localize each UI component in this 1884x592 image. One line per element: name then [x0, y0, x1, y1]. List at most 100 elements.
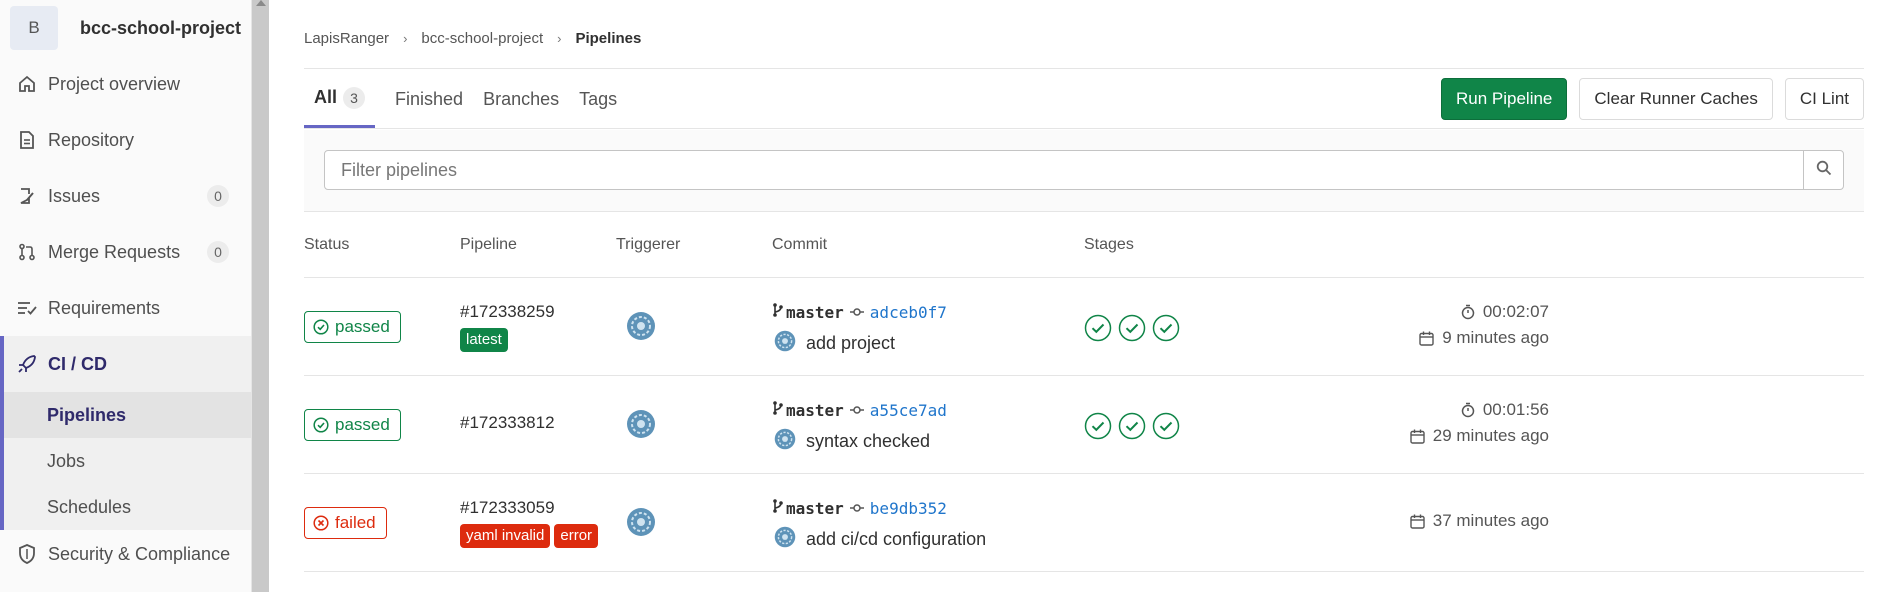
sidebar-subitem-pipelines[interactable]: Pipelines [4, 392, 251, 438]
sidebar-item-label: Security & Compliance [48, 543, 231, 564]
table-header: Status Pipeline Triggerer Commit Stages [304, 236, 1864, 278]
calendar-icon [1410, 429, 1425, 444]
commit-ref: master adceb0f7 [772, 302, 947, 323]
pipeline-id-link[interactable]: #172333812 [460, 413, 555, 433]
search-icon [1816, 160, 1832, 181]
commit-author-avatar[interactable] [774, 526, 796, 553]
branch-icon [772, 302, 784, 323]
sidebar-item-repository[interactable]: Repository [0, 112, 251, 168]
shield-icon [16, 543, 38, 565]
sidebar-item-label: Merge Requests [48, 241, 181, 262]
header-status: Status [304, 236, 350, 253]
tab-tags[interactable]: Tags [579, 70, 617, 128]
ci-cd-submenu: Pipelines Jobs Schedules [0, 392, 251, 530]
pipeline-id-link[interactable]: #172338259 [460, 302, 555, 322]
sidebar-item-label: Requirements [48, 297, 161, 318]
breadcrumb-current[interactable]: Pipelines [575, 30, 641, 47]
sidebar-item-label: Project overview [48, 73, 181, 94]
finished-text: 9 minutes ago [1442, 328, 1549, 347]
branch-name-link[interactable]: master [786, 499, 844, 518]
commit-sha-link[interactable]: be9db352 [870, 499, 947, 518]
commit-ref: master a55ce7ad [772, 400, 947, 421]
tab-count-badge: 3 [343, 86, 366, 109]
sidebar: B bcc-school-project Project overview Re… [0, 0, 252, 592]
status-badge[interactable]: passed [304, 409, 401, 441]
triggerer-avatar[interactable] [626, 507, 656, 542]
project-header[interactable]: B bcc-school-project [0, 0, 251, 56]
sidebar-item-security-compliance[interactable]: Security & Compliance [0, 530, 251, 578]
commit-sha-link[interactable]: adceb0f7 [870, 303, 947, 322]
branch-name-link[interactable]: master [786, 401, 844, 420]
sidebar-item-merge-requests[interactable]: Merge Requests 0 [0, 224, 251, 280]
stage-passed-icon[interactable] [1084, 314, 1112, 347]
requirements-icon [16, 297, 38, 319]
pipeline-actions: Run Pipeline Clear Runner Caches CI Lint [1429, 78, 1864, 120]
commit-message-link[interactable]: add project [806, 333, 895, 354]
duration: 00:01:56 [1461, 400, 1549, 420]
commit-author-avatar[interactable] [774, 330, 796, 357]
sidebar-item-issues[interactable]: Issues 0 [0, 168, 251, 224]
pipeline-label: error [554, 524, 599, 548]
search-button[interactable] [1803, 151, 1843, 189]
sidebar-subitem-jobs[interactable]: Jobs [4, 438, 251, 484]
document-icon [16, 129, 38, 151]
duration-text: 00:02:07 [1482, 302, 1549, 321]
breadcrumb-user[interactable]: LapisRanger [304, 30, 389, 47]
commit-message: add project [774, 330, 895, 357]
sidebar-item-label: Repository [48, 129, 135, 150]
commit-icon [849, 304, 864, 322]
stage-passed-icon[interactable] [1118, 314, 1146, 347]
commit-message: syntax checked [774, 428, 930, 455]
merge-request-icon [16, 241, 38, 263]
sidebar-subitem-schedules[interactable]: Schedules [4, 484, 251, 530]
commit-author-avatar[interactable] [774, 428, 796, 455]
commit-message-link[interactable]: syntax checked [806, 431, 930, 452]
filter-pipelines-input[interactable] [325, 151, 1803, 189]
branch-icon [772, 400, 784, 421]
stage-passed-icon[interactable] [1084, 412, 1112, 445]
branch-icon [772, 498, 784, 519]
sidebar-item-label: Issues [48, 185, 101, 206]
triggerer-avatar[interactable] [626, 311, 656, 346]
commit-icon [849, 500, 864, 518]
chevron-right-icon: › [557, 31, 562, 46]
calendar-icon [1410, 514, 1425, 529]
sidebar-item-project-overview[interactable]: Project overview [0, 56, 251, 112]
duration: 00:02:07 [1461, 302, 1549, 322]
branch-name-link[interactable]: master [786, 303, 844, 322]
table-row: passed #172333812 master a55ce7ad syntax… [304, 376, 1864, 474]
scroll-up-arrow-icon[interactable] [256, 0, 266, 6]
breadcrumb-project[interactable]: bcc-school-project [421, 30, 543, 47]
pipeline-id-link[interactable]: #172333059 [460, 498, 555, 518]
timer-icon [1461, 402, 1475, 418]
rocket-icon [16, 353, 38, 375]
stage-passed-icon[interactable] [1152, 314, 1180, 347]
status-badge[interactable]: failed [304, 507, 387, 539]
divider [304, 128, 1864, 129]
stage-passed-icon[interactable] [1118, 412, 1146, 445]
filter-box [324, 150, 1844, 190]
tab-branches[interactable]: Branches [483, 70, 559, 128]
stages [1084, 314, 1186, 347]
ci-lint-button[interactable]: CI Lint [1784, 78, 1864, 120]
sidebar-item-requirements[interactable]: Requirements [0, 280, 251, 336]
commit-ref: master be9db352 [772, 498, 947, 519]
header-triggerer: Triggerer [616, 236, 681, 253]
triggerer-avatar[interactable] [626, 409, 656, 444]
tab-finished[interactable]: Finished [395, 70, 463, 128]
clear-runner-caches-button[interactable]: Clear Runner Caches [1579, 78, 1773, 120]
sidebar-scrollbar[interactable] [252, 0, 269, 592]
commit-message-link[interactable]: add ci/cd configuration [806, 529, 986, 550]
home-icon [16, 73, 38, 95]
table-row: passed #172338259 latest master adceb0f7… [304, 278, 1864, 376]
sidebar-item-ci-cd[interactable]: CI / CD [0, 336, 251, 392]
tab-all[interactable]: All 3 [304, 70, 376, 128]
commit-sha-link[interactable]: a55ce7ad [870, 401, 947, 420]
header-commit: Commit [772, 236, 828, 253]
tab-label: All [314, 87, 338, 107]
commit-icon [849, 402, 864, 420]
run-pipeline-button[interactable]: Run Pipeline [1440, 78, 1568, 120]
stage-passed-icon[interactable] [1152, 412, 1180, 445]
status-badge[interactable]: passed [304, 311, 401, 343]
project-avatar: B [10, 6, 58, 50]
